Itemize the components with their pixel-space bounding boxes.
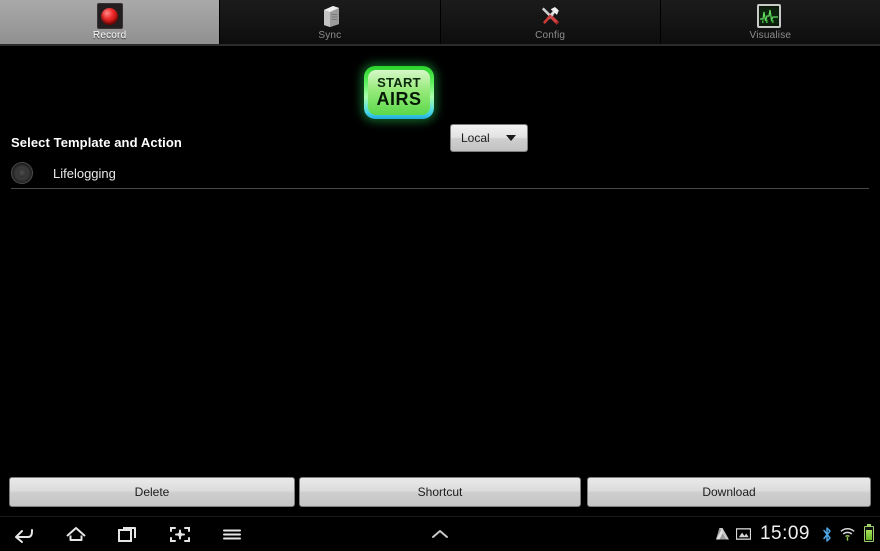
- tab-visualise-label: Visualise: [749, 30, 792, 41]
- server-box-icon: [317, 3, 343, 29]
- section-title: Select Template and Action: [11, 135, 182, 150]
- record-dot-icon: [96, 3, 123, 29]
- gallery-image-icon: [735, 526, 751, 543]
- location-spinner[interactable]: Local: [450, 124, 528, 152]
- back-arrow-icon[interactable]: [10, 520, 38, 548]
- template-row-lifelogging[interactable]: Lifelogging: [11, 160, 869, 186]
- status-bar-icons[interactable]: 15:09: [715, 517, 876, 551]
- tab-config[interactable]: Config: [440, 0, 661, 44]
- radio-button-icon[interactable]: [11, 162, 33, 184]
- action-row: START AIRS Local: [0, 46, 880, 152]
- template-label: Lifelogging: [53, 165, 116, 181]
- app-root: Record Sync Config Visualise START AIRS …: [0, 0, 880, 550]
- tab-config-label: Config: [535, 30, 566, 41]
- location-spinner-value: Local: [461, 131, 490, 145]
- chevron-down-icon: [506, 135, 516, 141]
- shortcut-button[interactable]: Shortcut: [299, 477, 581, 507]
- list-divider: [11, 188, 869, 189]
- start-airs-line1: START: [377, 75, 421, 90]
- delete-button[interactable]: Delete: [9, 477, 295, 507]
- tab-visualise[interactable]: Visualise: [660, 0, 880, 44]
- graph-frame-icon: [757, 3, 783, 29]
- battery-icon: [861, 524, 876, 543]
- screen-capture-icon[interactable]: [166, 520, 194, 548]
- wifi-icon: [840, 526, 855, 543]
- google-drive-icon: [715, 526, 730, 543]
- recent-apps-icon[interactable]: [114, 520, 142, 548]
- home-icon[interactable]: [62, 520, 90, 548]
- start-airs-button[interactable]: START AIRS: [364, 66, 434, 119]
- tab-sync-label: Sync: [318, 30, 342, 41]
- tab-record-label: Record: [92, 30, 127, 41]
- nav-buttons-group: [10, 517, 246, 551]
- tab-bar: Record Sync Config Visualise: [0, 0, 880, 46]
- status-clock: 15:09: [759, 523, 810, 544]
- menu-hamburger-icon[interactable]: [218, 520, 246, 548]
- bottom-button-bar: Delete Shortcut Download: [0, 476, 880, 508]
- tab-record[interactable]: Record: [0, 0, 221, 44]
- tools-icon: [537, 3, 563, 29]
- chevron-up-icon[interactable]: [424, 517, 456, 551]
- system-navigation-bar: 15:09: [0, 516, 880, 550]
- download-button[interactable]: Download: [587, 477, 871, 507]
- start-airs-line2: AIRS: [376, 89, 422, 109]
- bluetooth-icon: [819, 526, 834, 543]
- tab-sync[interactable]: Sync: [220, 0, 441, 44]
